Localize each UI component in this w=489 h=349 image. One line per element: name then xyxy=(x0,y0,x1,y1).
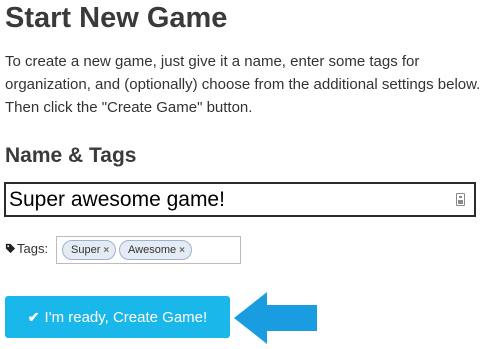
tag-remove-icon[interactable]: × xyxy=(179,242,185,260)
create-game-button[interactable]: ✔ I'm ready, Create Game! xyxy=(5,296,230,338)
check-icon: ✔ xyxy=(27,308,40,325)
tag-chip: Awesome × xyxy=(119,240,192,260)
tag-chip-label: Super xyxy=(71,244,101,256)
tag-icon xyxy=(5,243,16,254)
create-game-label: I'm ready, Create Game! xyxy=(44,308,208,326)
name-tags-heading: Name & Tags xyxy=(5,144,137,167)
intro-text: To create a new game, just give it a nam… xyxy=(5,53,481,116)
tag-chip: Super × xyxy=(62,240,117,260)
tag-remove-icon[interactable]: × xyxy=(103,242,109,260)
tag-chip-label: Awesome xyxy=(128,244,177,256)
tags-input[interactable]: Super × Awesome × xyxy=(56,236,241,264)
page-title: Start New Game xyxy=(5,2,228,34)
tags-label: Tags: xyxy=(5,241,48,256)
address-card-icon[interactable] xyxy=(456,193,465,206)
arrow-left-icon xyxy=(234,292,317,344)
tags-label-text: Tags: xyxy=(17,241,49,256)
game-name-field[interactable] xyxy=(4,182,476,217)
game-name-input[interactable] xyxy=(9,186,439,214)
